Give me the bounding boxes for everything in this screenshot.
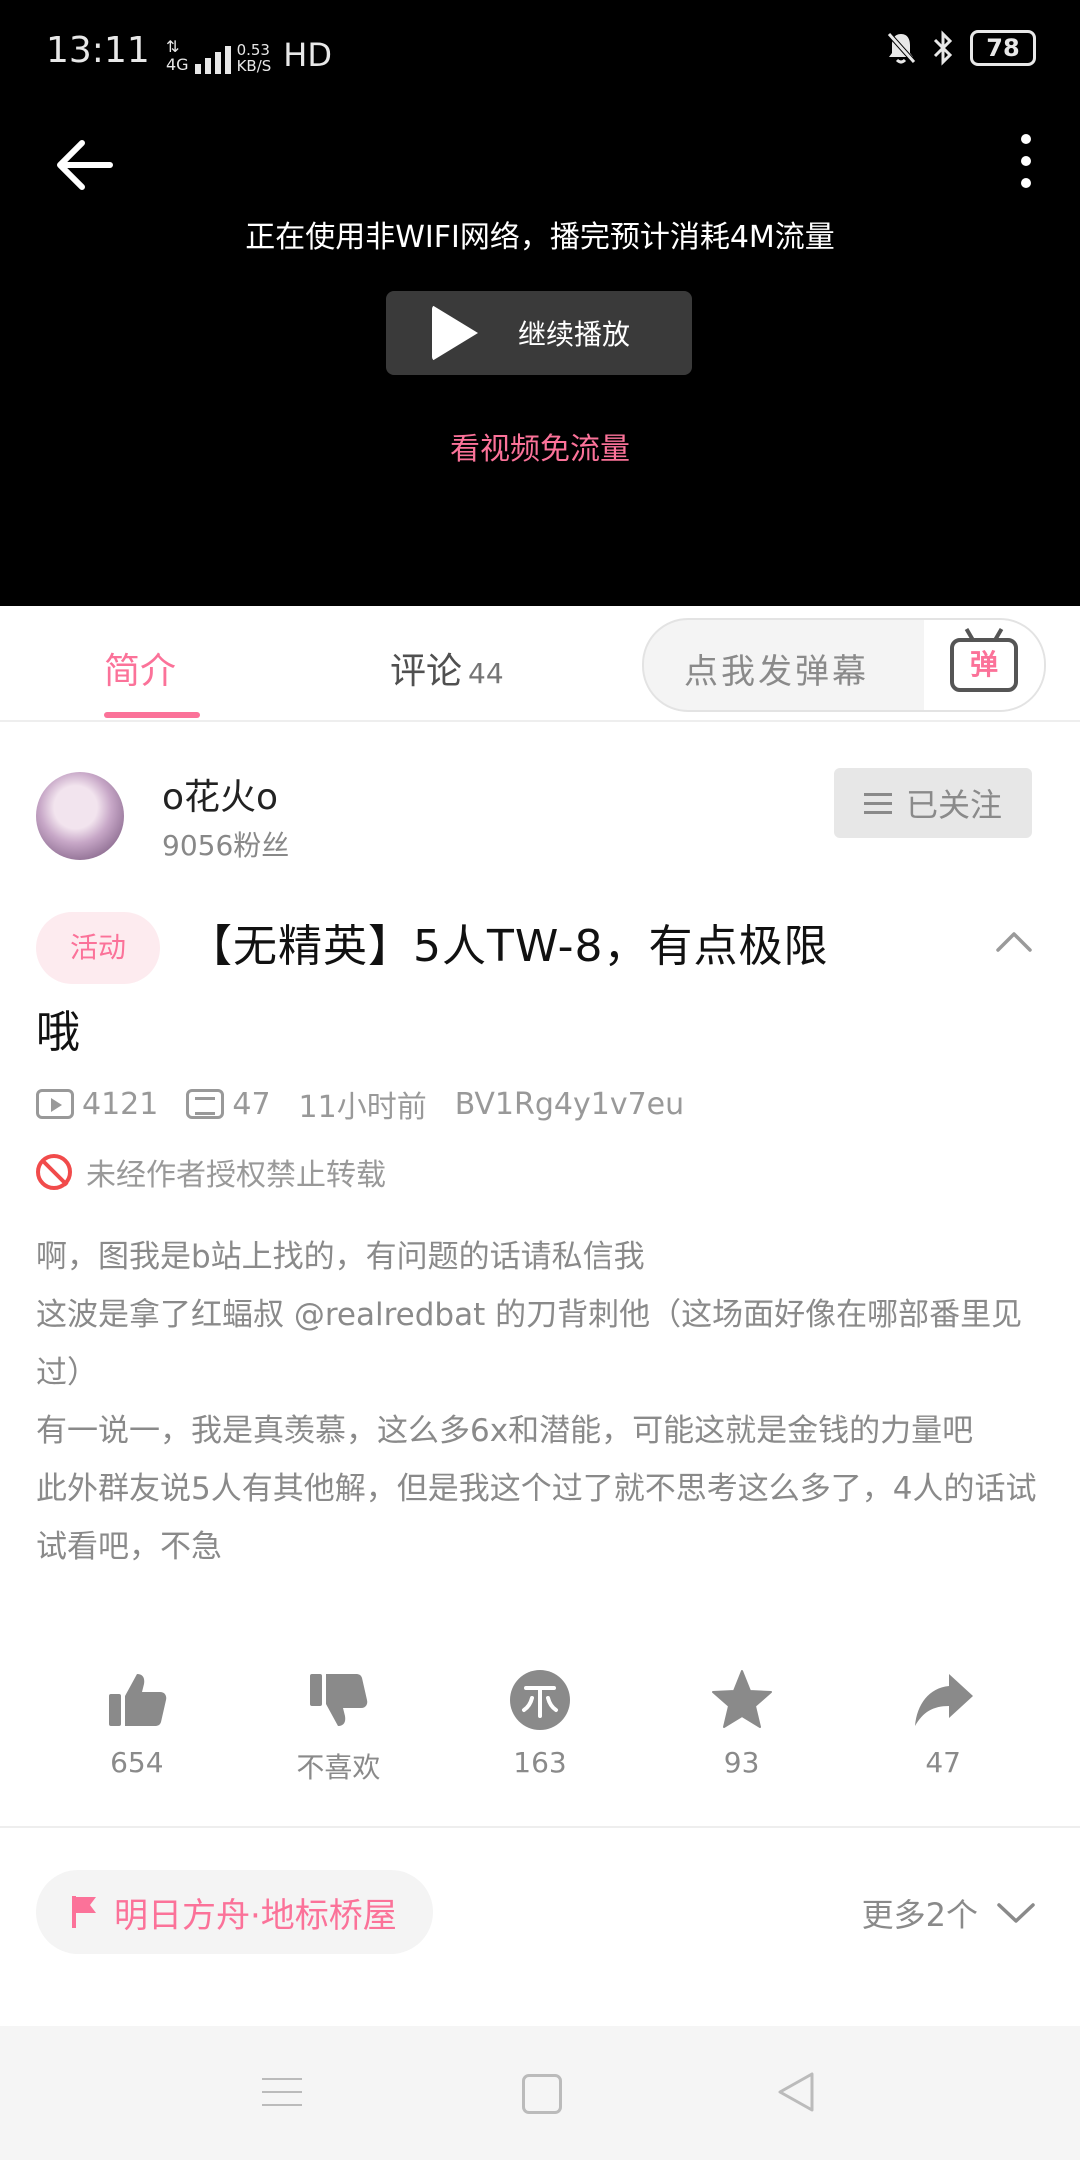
data-arrows-icon: ⇅ 4G — [166, 37, 189, 74]
more-topics-label: 更多2个 — [861, 1896, 978, 1934]
free-data-link[interactable]: 看视频免流量 — [0, 424, 1080, 468]
description-line: 有一说一，我是真羡慕，这么多6x和潜能，可能这就是金钱的力量吧 — [36, 1413, 974, 1449]
danmaku-tv-icon: 弹 — [950, 638, 1018, 692]
dislike-button[interactable]: 不喜欢 — [263, 1668, 413, 1786]
recent-apps-icon[interactable] — [262, 2078, 302, 2117]
follow-button[interactable]: 已关注 — [834, 768, 1032, 838]
mute-bell-icon — [887, 32, 916, 64]
uploader-fans: 9056粉丝 — [162, 829, 290, 862]
video-description: 啊，图我是b站上找的，有问题的话请私信我 这波是拿了红蝠叔 @realredba… — [36, 1228, 1046, 1576]
system-nav-bar — [0, 2026, 1080, 2160]
coin-count: 163 — [513, 1746, 567, 1779]
prohibited-icon — [36, 1154, 72, 1190]
thumbs-down-icon — [310, 1674, 368, 1726]
back-arrow-icon[interactable] — [52, 130, 122, 200]
share-arrow-icon — [915, 1674, 974, 1726]
thumbs-up-icon — [108, 1674, 167, 1726]
danmaku-input[interactable]: 点我发弹幕 弹 — [642, 618, 1046, 712]
action-bar: 654 不喜欢 163 93 47 — [36, 1668, 1044, 1786]
status-time: 13:11 — [46, 30, 150, 71]
description-line: 啊，图我是b站上找的，有问题的话请私信我 — [36, 1239, 645, 1275]
dislike-label: 不喜欢 — [296, 1751, 381, 1784]
menu-lines-icon — [863, 787, 892, 820]
flag-icon — [72, 1896, 96, 1928]
chevron-down-icon — [997, 1903, 1035, 1923]
chevron-up-icon[interactable] — [994, 922, 1034, 962]
uploader-name[interactable]: o花火o — [162, 768, 278, 820]
active-tab-indicator — [104, 712, 200, 718]
danmaku-toggle-button[interactable]: 弹 — [924, 620, 1044, 710]
network-speed: 0.53 KB/S — [236, 41, 272, 75]
status-icons: 78 — [886, 30, 1036, 66]
more-options-icon[interactable] — [1006, 134, 1046, 194]
more-topics-button[interactable]: 更多2个 — [862, 1890, 1036, 1936]
coin-icon — [509, 1670, 570, 1730]
back-triangle-icon[interactable] — [776, 2070, 816, 2114]
share-count: 47 — [925, 1746, 961, 1779]
danmaku-placeholder: 点我发弹幕 — [684, 652, 869, 692]
bv-id[interactable]: BV1Rg4y1v7eu — [455, 1087, 684, 1122]
danmaku-count: 47 — [232, 1086, 271, 1122]
topic-tag[interactable]: 明日方舟·地标桥屋 — [36, 1870, 433, 1954]
like-button[interactable]: 654 — [62, 1668, 212, 1786]
favorite-count: 93 — [723, 1746, 760, 1779]
battery-indicator: 78 — [970, 30, 1036, 66]
follow-label: 已关注 — [905, 786, 1002, 824]
tab-comments[interactable]: 评论 44 — [390, 642, 504, 694]
video-title: 【无精英】5人TW-8，有点极限 — [188, 921, 829, 972]
video-player[interactable]: 13:11 ⇅ 4G 0.53 KB/S HD 78 正在使用非WIFI网络，播完预… — [0, 0, 1080, 606]
play-count-icon — [36, 1089, 74, 1119]
continue-play-label: 继续播放 — [518, 318, 631, 351]
continue-play-button[interactable]: 继续播放 — [386, 291, 692, 375]
tab-bar: 简介 评论 44 点我发弹幕 弹 — [0, 606, 1080, 722]
avatar[interactable] — [36, 772, 124, 860]
topic-label: 明日方舟·地标桥屋 — [114, 1895, 397, 1936]
star-icon — [711, 1670, 772, 1728]
share-button[interactable]: 47 — [868, 1668, 1018, 1786]
section-divider — [0, 1826, 1080, 1828]
like-count: 654 — [110, 1746, 164, 1779]
copyright-notice: 未经作者授权禁止转载 — [36, 1150, 386, 1194]
activity-tag[interactable]: 活动 — [36, 912, 160, 984]
tab-intro[interactable]: 简介 — [104, 642, 176, 694]
comments-count: 44 — [468, 657, 504, 690]
signal-icon — [194, 44, 231, 74]
play-icon — [432, 305, 478, 361]
favorite-button[interactable]: 93 — [667, 1668, 817, 1786]
coin-button[interactable]: 163 — [465, 1668, 615, 1786]
network-status: ⇅ 4G 0.53 KB/S HD — [166, 36, 332, 74]
copyright-text: 未经作者授权禁止转载 — [86, 1158, 386, 1193]
tab-comments-label: 评论 — [390, 651, 463, 692]
view-count: 4121 — [82, 1086, 159, 1122]
description-line: 这波是拿了红蝠叔 @realredbat 的刀背刺他（这场面好像在哪部番里见过） — [36, 1297, 1023, 1391]
hd-indicator: HD — [283, 36, 332, 74]
danmaku-count-icon — [186, 1089, 225, 1119]
video-title-continued: 哦 — [36, 1007, 80, 1058]
bluetooth-icon — [933, 30, 953, 66]
publish-time: 11小时前 — [298, 1090, 427, 1125]
description-line: 此外群友说5人有其他解，但是我这个过了就不思考这么多了，4人的话试试看吧，不急 — [36, 1471, 1037, 1565]
video-stats: 4121 47 11小时前 BV1Rg4y1v7eu — [36, 1082, 684, 1126]
mobile-data-notice: 正在使用非WIFI网络，播完预计消耗4M流量 — [245, 220, 835, 255]
home-icon[interactable] — [522, 2074, 562, 2114]
